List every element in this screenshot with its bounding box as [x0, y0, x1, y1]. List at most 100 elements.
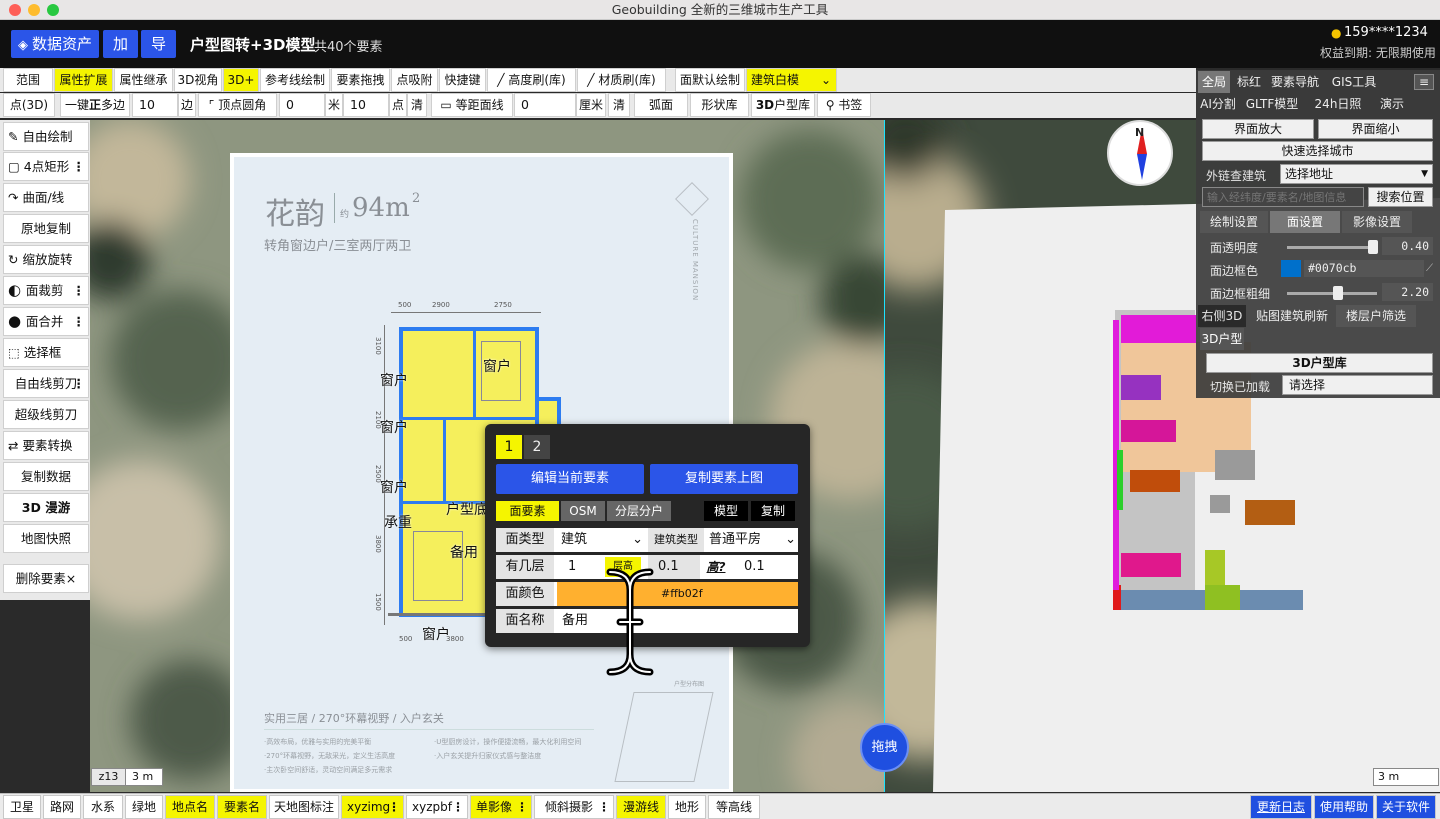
about-button[interactable]: 关于软件	[1376, 795, 1436, 819]
tab-draw-settings[interactable]: 绘制设置	[1200, 211, 1268, 233]
tool-face-merge[interactable]: ● 面合并 ⋮	[3, 307, 89, 336]
loaded-select[interactable]: 请选择	[1282, 375, 1433, 395]
ui-zoom-out-button[interactable]: 界面缩小	[1318, 119, 1433, 139]
tab-face-settings[interactable]: 面设置	[1270, 211, 1340, 233]
face-type-select[interactable]: 建筑 ⌄	[559, 528, 645, 552]
tool-shortcuts[interactable]: 快捷键	[439, 68, 486, 92]
tool-snap[interactable]: 点吸附	[391, 68, 438, 92]
border-color-swatch[interactable]	[1281, 260, 1301, 277]
height-input[interactable]: 0.1	[732, 555, 798, 579]
building-mode-select[interactable]: 建筑白模 ⌄	[746, 68, 837, 92]
quick-city-button[interactable]: 快速选择城市	[1202, 141, 1433, 161]
tab-red[interactable]: 标红	[1232, 71, 1266, 93]
opacity-slider-track[interactable]	[1287, 246, 1377, 249]
border-color-input[interactable]: #0070cb	[1304, 260, 1424, 277]
data-assets-button[interactable]: ◈ 数据资产	[11, 30, 99, 58]
maximize-window-button[interactable]	[47, 4, 59, 16]
layer-oblique-photo[interactable]: 倾斜摄影 ⋮	[534, 795, 614, 819]
more-icon[interactable]: ⋮	[388, 796, 400, 818]
floors-input[interactable]: 1	[568, 555, 608, 579]
opacity-slider-handle[interactable]	[1368, 240, 1378, 254]
layer-place-names[interactable]: 地点名	[165, 795, 215, 819]
help-button[interactable]: 使用帮助	[1314, 795, 1374, 819]
tab-24h-sunlight[interactable]: 24h日照	[1306, 93, 1370, 115]
copy-button[interactable]: 复制	[751, 501, 795, 521]
ui-zoom-in-button[interactable]: 界面放大	[1202, 119, 1314, 139]
export-button[interactable]: 导	[141, 30, 176, 58]
round-corner-input[interactable]: 0	[279, 93, 325, 117]
tool-point-3d[interactable]: 点(3D)	[3, 93, 55, 117]
face-color-input[interactable]: #ffb02f	[557, 582, 798, 606]
tab-right-3d[interactable]: 右侧3D	[1198, 305, 1246, 327]
tool-ref-line[interactable]: 参考线绘制	[260, 68, 330, 92]
tool-face-clip[interactable]: ◐ 面裁剪 ⋮	[3, 276, 89, 305]
tool-scale-rotate[interactable]: ↻ 缩放旋转	[3, 245, 89, 274]
border-width-value[interactable]: 2.20	[1382, 283, 1433, 301]
3d-unit-library-button[interactable]: 3D户型库	[1206, 353, 1433, 373]
layer-single-image[interactable]: 单影像 ⋮	[470, 795, 532, 819]
tool-free-draw[interactable]: ✎ 自由绘制	[3, 122, 89, 151]
add-button[interactable]: 加	[103, 30, 138, 58]
tool-feature-drag[interactable]: 要素拖拽	[331, 68, 390, 92]
layer-tianditu-labels[interactable]: 天地图标注	[269, 795, 339, 819]
tab-demo[interactable]: 演示	[1372, 93, 1412, 115]
tool-select-box[interactable]: ⬚ 选择框	[3, 338, 89, 367]
tool-3d-roam[interactable]: 3D 漫游	[3, 493, 89, 522]
clear-button-2[interactable]: 清	[608, 93, 630, 117]
copy-feature-button[interactable]: 复制要素上图	[650, 464, 798, 494]
border-width-slider-track[interactable]	[1287, 292, 1377, 295]
points-input[interactable]: 10	[343, 93, 389, 117]
tab-floor-filter[interactable]: 楼层户筛选	[1336, 305, 1416, 327]
tool-free-line-scissors[interactable]: 自由线剪刀 ⋮	[3, 369, 89, 398]
tool-4pt-rect[interactable]: ▢ 4点矩形 ⋮	[3, 152, 89, 181]
more-icon[interactable]: ⋮	[73, 277, 86, 304]
layer-green[interactable]: 绿地	[125, 795, 163, 819]
tool-feature-convert[interactable]: ⇄ 要素转换	[3, 431, 89, 460]
tool-3d-lib[interactable]: 3D户型库	[751, 93, 815, 117]
layer-roam-line[interactable]: 漫游线	[616, 795, 666, 819]
more-icon[interactable]: ⋮	[516, 796, 528, 818]
tool-3d-plus[interactable]: 3D+	[223, 68, 259, 92]
more-icon[interactable]: ⋮	[452, 796, 464, 818]
tool-copy-data[interactable]: 复制数据	[3, 462, 89, 491]
minimize-window-button[interactable]	[28, 4, 40, 16]
layer-roads[interactable]: 路网	[43, 795, 81, 819]
popup-tab-1[interactable]: 1	[496, 435, 522, 459]
tool-map-snapshot[interactable]: 地图快照	[3, 524, 89, 553]
layer-xyzpbf[interactable]: xyzpbf ⋮	[406, 795, 468, 819]
border-width-slider-handle[interactable]	[1333, 286, 1343, 300]
layer-contour[interactable]: 等高线	[708, 795, 760, 819]
tool-range[interactable]: 范围	[3, 68, 53, 92]
tool-copy-in-place[interactable]: 原地复制	[3, 214, 89, 243]
tool-super-line-scissors[interactable]: 超级线剪刀	[3, 400, 89, 429]
drag-button[interactable]: 拖拽	[860, 723, 909, 772]
tab-face-feature[interactable]: 面要素	[496, 501, 559, 521]
tab-gltf-model[interactable]: GLTF模型	[1240, 93, 1304, 115]
changelog-button[interactable]: 更新日志	[1250, 795, 1312, 819]
tool-shape-lib[interactable]: 形状库	[690, 93, 749, 117]
close-window-button[interactable]	[9, 4, 21, 16]
more-icon[interactable]: ⋮	[73, 308, 86, 335]
tool-equidistant[interactable]: ▭ 等距面线	[431, 93, 513, 117]
layer-satellite[interactable]: 卫星	[3, 795, 41, 819]
tab-osm[interactable]: OSM	[561, 501, 605, 521]
tool-bookmark[interactable]: ⚲ 书签	[817, 93, 871, 117]
layer-terrain[interactable]: 地形	[668, 795, 706, 819]
height-help-label[interactable]: 高?	[703, 555, 729, 579]
tool-material-brush[interactable]: ╱ 材质刷(库)	[577, 68, 666, 92]
tool-attr-inherit[interactable]: 属性继承	[114, 68, 173, 92]
building-type-select[interactable]: 普通平房 ⌄	[709, 528, 798, 552]
tab-imagery-settings[interactable]: 影像设置	[1342, 211, 1412, 233]
sides-input[interactable]: 10	[132, 93, 178, 117]
more-icon[interactable]: ⋮	[73, 370, 86, 397]
tool-attr-extend[interactable]: 属性扩展	[54, 68, 113, 92]
tab-gis-tools[interactable]: GIS工具	[1326, 71, 1382, 93]
tool-delete-feature[interactable]: 删除要素×	[3, 564, 89, 593]
tool-default-face[interactable]: 面默认绘制	[675, 68, 745, 92]
menu-icon[interactable]: ≡	[1414, 74, 1434, 90]
popup-tab-2[interactable]: 2	[524, 435, 550, 459]
tab-feature-nav[interactable]: 要素导航	[1266, 71, 1324, 93]
tool-one-key-polygon[interactable]: 一键正多边	[60, 93, 130, 117]
opacity-value[interactable]: 0.40	[1382, 237, 1433, 255]
more-icon[interactable]: ⋮	[73, 153, 86, 180]
